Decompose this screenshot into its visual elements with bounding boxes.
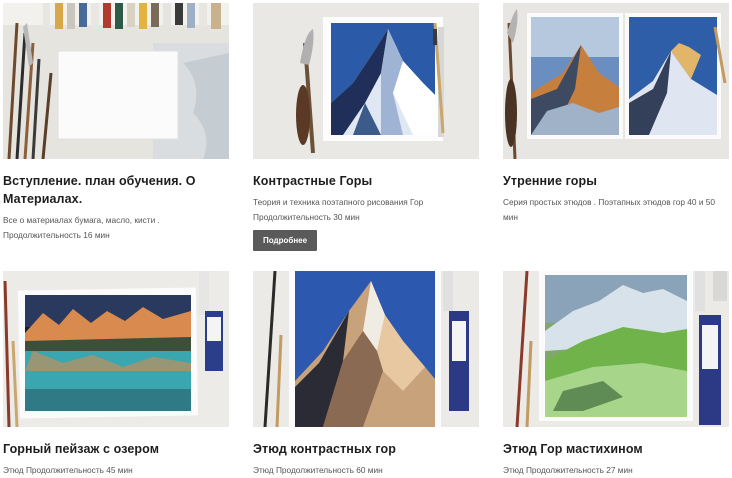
art-supplies-icon <box>3 3 229 159</box>
course-description: Теория и техника поэтапного рисования Го… <box>253 197 424 222</box>
mountain-lake-painting-icon <box>3 271 229 427</box>
course-card[interactable]: Контрастные Горы Теория и техника поэтап… <box>253 3 479 251</box>
course-title[interactable]: Контрастные Горы <box>253 172 479 190</box>
more-button[interactable]: Подробнее <box>253 230 318 251</box>
course-description: Серия простых этюдов . Поэтапных этюдов … <box>503 197 715 222</box>
course-description: Все о материалах бумага, масло, кисти . … <box>3 215 160 240</box>
course-card[interactable]: Этюд контрастных гор Этюд Продолжительно… <box>253 271 479 478</box>
course-card[interactable]: Утренние горы Серия простых этюдов . Поэ… <box>503 3 729 224</box>
palette-knife-mountain-icon <box>503 271 729 427</box>
course-description: Этюд Продолжительность 27 мин <box>503 465 633 475</box>
morning-mountains-icon <box>503 3 729 159</box>
course-description: Этюд Продолжительность 45 мин <box>3 465 133 475</box>
course-title[interactable]: Горный пейзаж с озером <box>3 440 229 458</box>
course-thumbnail[interactable] <box>503 3 729 159</box>
course-title[interactable]: Утренние горы <box>503 172 729 190</box>
course-thumbnail[interactable] <box>253 271 479 427</box>
course-title[interactable]: Вступление. план обучения. О Материалах. <box>3 172 229 208</box>
course-title[interactable]: Этюд контрастных гор <box>253 440 479 458</box>
course-thumbnail[interactable] <box>3 3 229 159</box>
course-card[interactable]: Вступление. план обучения. О Материалах.… <box>3 3 229 242</box>
course-description: Этюд Продолжительность 60 мин <box>253 465 383 475</box>
course-thumbnail[interactable] <box>503 271 729 427</box>
course-card[interactable]: Этюд Гор мастихином Этюд Продолжительнос… <box>503 271 729 478</box>
course-card[interactable]: Горный пейзаж с озером Этюд Продолжитель… <box>3 271 229 478</box>
mountain-painting-icon <box>253 3 479 159</box>
course-title[interactable]: Этюд Гор мастихином <box>503 440 729 458</box>
course-thumbnail[interactable] <box>3 271 229 427</box>
contrast-mountain-painting-icon <box>253 271 479 427</box>
course-thumbnail[interactable] <box>253 3 479 159</box>
